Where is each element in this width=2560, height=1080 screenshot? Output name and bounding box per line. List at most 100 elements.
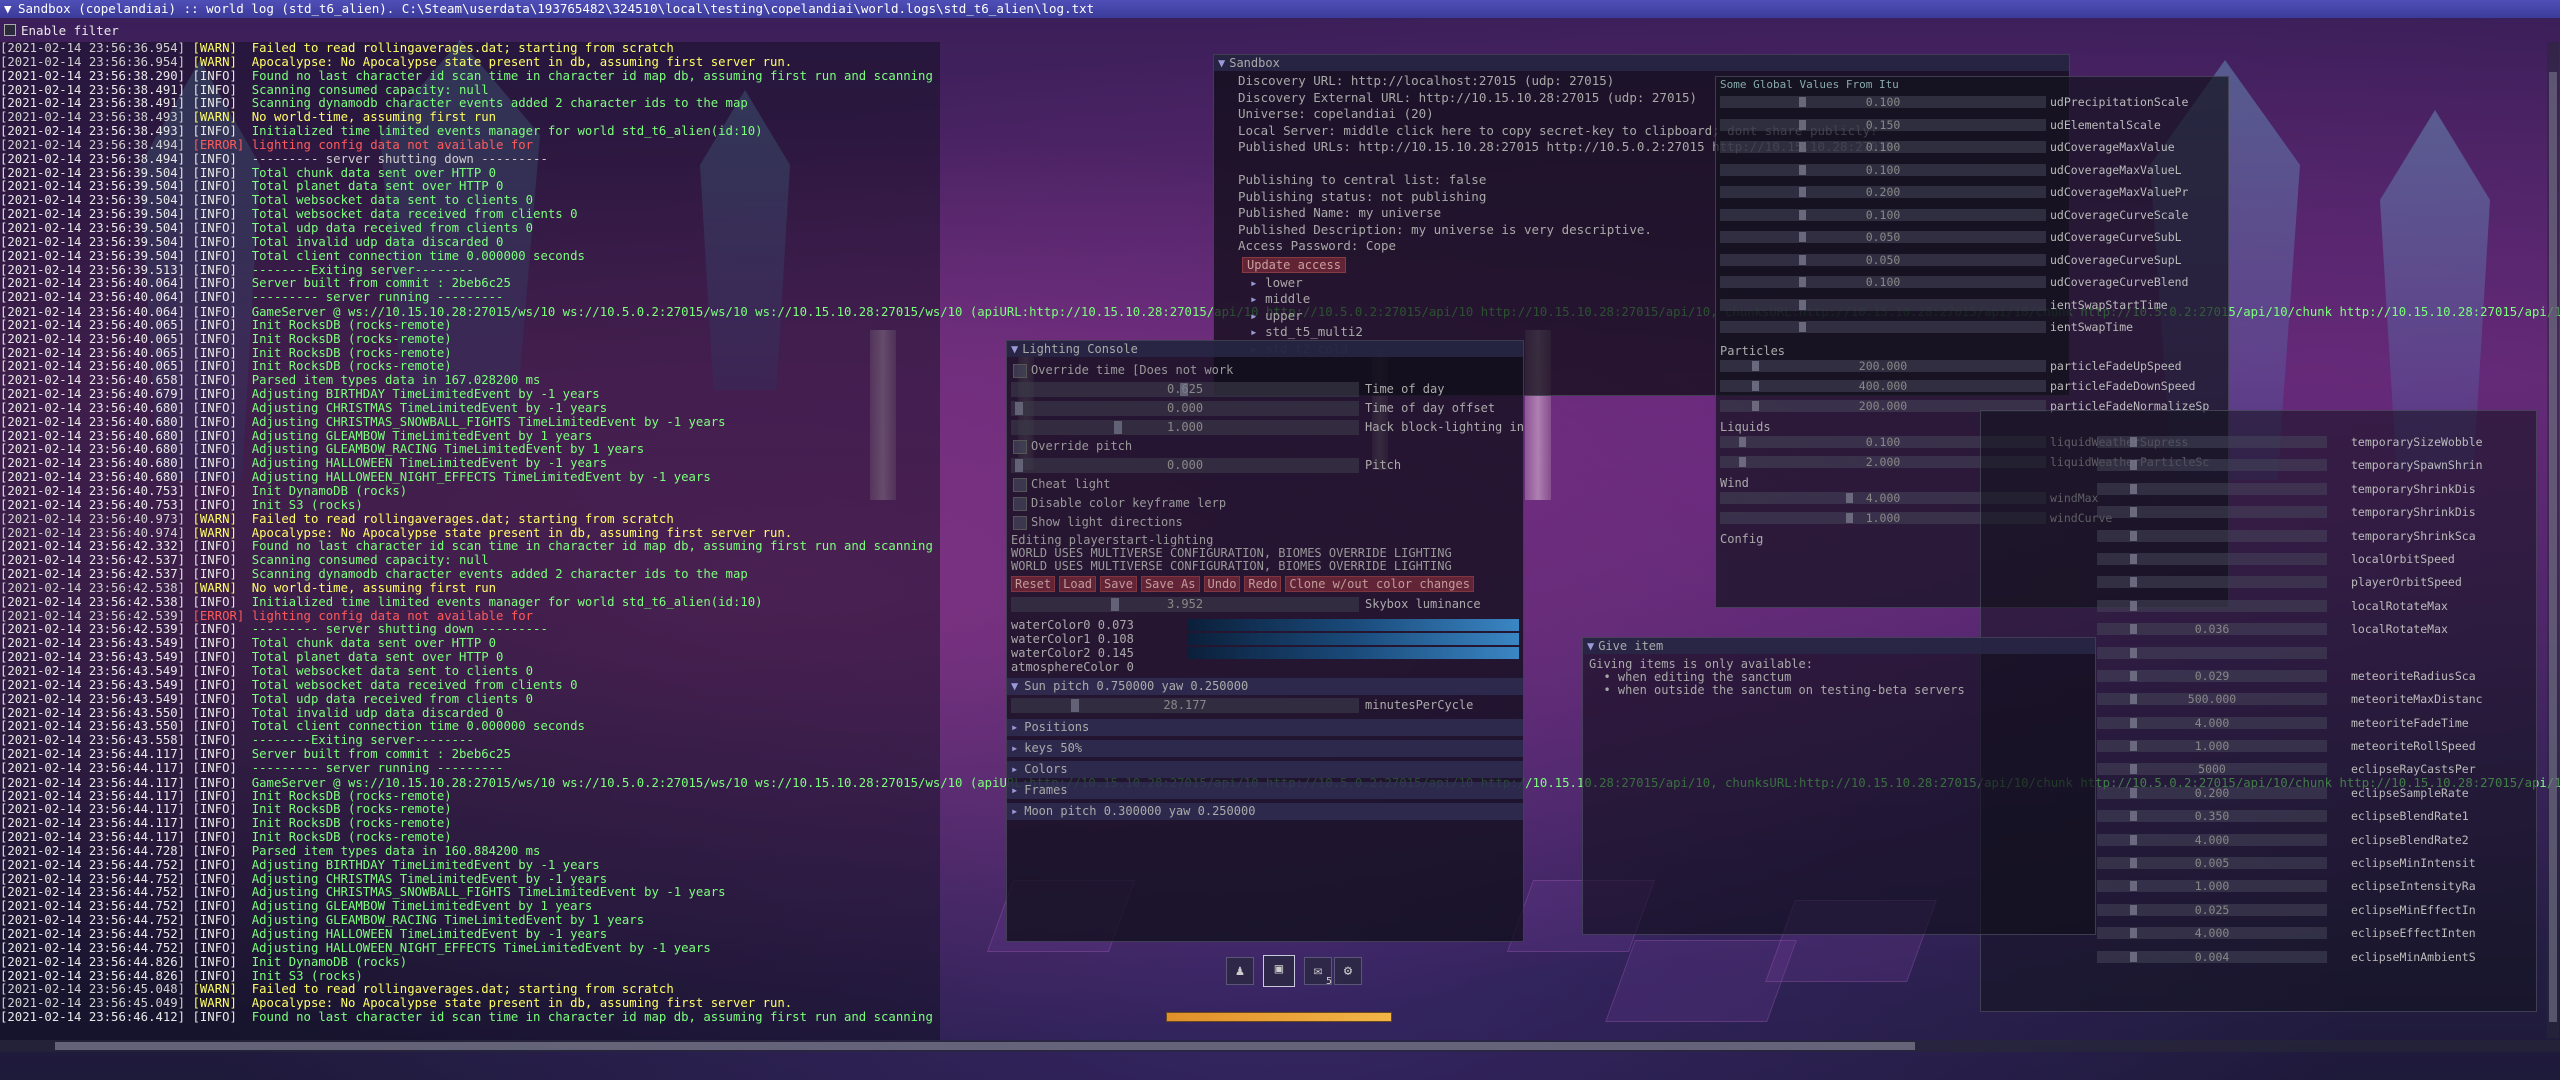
skybox-slider[interactable]: 3.952 bbox=[1011, 597, 1359, 612]
log-panel[interactable]: [2021-02-14 23:56:36.954] [WARN] Failed … bbox=[0, 42, 940, 1040]
log-row: [2021-02-14 23:56:43.549] [INFO] Total p… bbox=[0, 650, 940, 665]
color-gradient-bar[interactable] bbox=[1187, 619, 1519, 631]
color-gradient-bar[interactable] bbox=[1187, 647, 1519, 659]
setting-slider[interactable]: 0.025 bbox=[2097, 903, 2327, 916]
lighting-section-header[interactable]: ▸ Colors bbox=[1007, 761, 1523, 778]
log-timestamp: [2021-02-14 23:56:40.065] bbox=[0, 345, 186, 360]
setting-slider[interactable] bbox=[2097, 459, 2327, 472]
sandbox-title-bar[interactable]: ▼ Sandbox bbox=[1214, 55, 2069, 71]
collapse-arrow-icon[interactable]: ▼ bbox=[1587, 639, 1594, 653]
color-editor-row[interactable]: atmosphereColor 0 bbox=[1007, 660, 1523, 674]
log-level: [INFO] bbox=[192, 857, 237, 872]
horizontal-scrollbar[interactable] bbox=[0, 1040, 2560, 1052]
show-light-dirs-checkbox[interactable] bbox=[1013, 516, 1027, 530]
setting-slider[interactable]: 4.000 bbox=[2097, 833, 2327, 846]
lighting-undo-button[interactable]: Undo bbox=[1203, 576, 1241, 592]
color-gradient-bar[interactable] bbox=[1187, 633, 1519, 645]
lighting-console-title-bar[interactable]: ▼ Lighting Console bbox=[1007, 341, 1523, 357]
collapse-arrow-icon[interactable]: ▼ bbox=[1011, 342, 1018, 356]
hotbar-slot-1[interactable]: ♟ bbox=[1226, 957, 1254, 985]
setting-slider[interactable]: 4.000 bbox=[2097, 927, 2327, 940]
log-timestamp: [2021-02-14 23:56:44.752] bbox=[0, 871, 186, 886]
setting-slider[interactable] bbox=[2097, 646, 2327, 659]
lighting-clone-w-out-color-changes-button[interactable]: Clone w/out color changes bbox=[1285, 576, 1474, 592]
lighting-slider[interactable]: 0.000 bbox=[1011, 401, 1359, 416]
lighting-save-button[interactable]: Save bbox=[1100, 576, 1137, 592]
lighting-slider[interactable]: 0.625 bbox=[1011, 382, 1359, 397]
setting-slider[interactable]: 0.200 bbox=[1720, 186, 2046, 198]
setting-slider[interactable] bbox=[1720, 298, 2046, 311]
cheat-light-checkbox[interactable] bbox=[1013, 478, 1027, 492]
setting-slider[interactable]: 400.000 bbox=[1720, 379, 2046, 392]
log-message: Init RocksDB (rocks-remote) bbox=[251, 331, 452, 346]
lighting-reset-button[interactable]: Reset bbox=[1011, 576, 1056, 592]
setting-slider[interactable]: 0.200 bbox=[2097, 786, 2327, 799]
setting-slider[interactable]: 0.005 bbox=[2097, 857, 2327, 870]
setting-slider[interactable]: 5000 bbox=[2097, 763, 2327, 776]
log-level: [INFO] bbox=[192, 885, 237, 900]
vertical-scrollbar[interactable] bbox=[2547, 42, 2559, 1038]
override-pitch-checkbox[interactable] bbox=[1013, 440, 1027, 454]
log-message: Adjusting CHRISTMAS_SNOWBALL_FIGHTS Time… bbox=[251, 885, 726, 900]
lighting-section-header[interactable]: ▸ Positions bbox=[1007, 719, 1523, 736]
override-time-checkbox[interactable] bbox=[1013, 364, 1027, 378]
setting-slider[interactable]: 0.100 bbox=[1720, 96, 2046, 108]
lighting-section-header[interactable]: ▸ keys 50% bbox=[1007, 740, 1523, 757]
window-title-bar[interactable]: ▼ Sandbox (copelandiai) :: world log (std… bbox=[0, 0, 2560, 18]
lighting-redo-button[interactable]: Redo bbox=[1244, 576, 1282, 592]
setting-slider[interactable] bbox=[2097, 482, 2327, 495]
collapse-arrow-icon[interactable]: ▼ bbox=[0, 0, 18, 18]
enable-filter-checkbox[interactable] bbox=[4, 24, 16, 36]
lighting-load-button[interactable]: Load bbox=[1059, 576, 1097, 592]
setting-slider[interactable]: 0.050 bbox=[1720, 253, 2046, 266]
setting-slider[interactable]: 500.000 bbox=[2097, 693, 2327, 706]
setting-slider[interactable]: 0.350 bbox=[2097, 810, 2327, 823]
setting-slider[interactable]: 1.000 bbox=[2097, 880, 2327, 893]
setting-slider[interactable]: 200.000 bbox=[1720, 359, 2046, 372]
setting-value: 0.004 bbox=[2194, 949, 2230, 964]
lighting-section-header[interactable]: ▸ Frames bbox=[1007, 782, 1523, 799]
color-editor-row[interactable]: waterColor1 0.108 bbox=[1007, 632, 1523, 646]
setting-slider[interactable]: 0.004 bbox=[2097, 949, 2327, 964]
setting-slider[interactable]: 0.100 bbox=[1720, 141, 2046, 153]
log-timestamp: [2021-02-14 23:56:44.826] bbox=[0, 968, 186, 983]
lighting-section-header[interactable]: ▸ Moon pitch 0.300000 yaw 0.250000 bbox=[1007, 803, 1523, 820]
setting-slider[interactable]: 0.036 bbox=[2097, 623, 2327, 636]
log-level: [INFO] bbox=[192, 373, 237, 388]
horizontal-scroll-thumb[interactable] bbox=[55, 1042, 1915, 1050]
setting-slider[interactable] bbox=[2097, 436, 2327, 448]
vertical-scroll-thumb[interactable] bbox=[2549, 72, 2557, 1022]
color-editor-row[interactable]: waterColor2 0.145 bbox=[1007, 646, 1523, 660]
setting-slider[interactable] bbox=[2097, 599, 2327, 612]
update-access-button[interactable]: Update access bbox=[1242, 256, 1346, 273]
setting-slider[interactable] bbox=[2097, 506, 2327, 519]
setting-slider[interactable] bbox=[2097, 552, 2327, 565]
disable-lerp-checkbox[interactable] bbox=[1013, 497, 1027, 511]
sun-pitch-header[interactable]: ▼ Sun pitch 0.750000 yaw 0.250000 bbox=[1007, 678, 1523, 695]
hotbar-slot-4[interactable]: ⚙ bbox=[1334, 957, 1362, 985]
lighting-save-as-button[interactable]: Save As bbox=[1140, 576, 1200, 592]
pitch-slider[interactable]: 0.000 bbox=[1011, 458, 1359, 473]
log-row: [2021-02-14 23:56:44.117] [INFO] Init Ro… bbox=[0, 789, 940, 804]
show-light-dirs-row: Show light directions bbox=[1007, 515, 1523, 532]
setting-slider[interactable] bbox=[1720, 321, 2046, 333]
log-level: [INFO] bbox=[192, 207, 237, 222]
collapse-arrow-icon[interactable]: ▼ bbox=[1218, 56, 1225, 70]
setting-slider[interactable]: 0.100 bbox=[1720, 208, 2046, 221]
setting-slider[interactable] bbox=[2097, 576, 2327, 589]
setting-slider[interactable]: 0.150 bbox=[1720, 118, 2046, 131]
setting-slider[interactable]: 4.000 bbox=[2097, 716, 2327, 729]
setting-slider[interactable]: 0.050 bbox=[1720, 231, 2046, 243]
color-editor-row[interactable]: waterColor0 0.073 bbox=[1007, 618, 1523, 632]
lighting-slider[interactable]: 1.000 bbox=[1011, 420, 1359, 435]
character-icon: ♟ bbox=[1235, 963, 1245, 979]
give-item-title-bar[interactable]: ▼ Give item bbox=[1583, 638, 2095, 654]
setting-slider[interactable]: 0.100 bbox=[1720, 276, 2046, 288]
settings-icon: ⚙ bbox=[1343, 963, 1353, 979]
setting-slider[interactable]: 0.100 bbox=[1720, 163, 2046, 176]
minutes-slider[interactable]: 28.177 bbox=[1011, 698, 1359, 713]
hotbar-slot-2[interactable]: ▣ bbox=[1263, 955, 1295, 987]
setting-slider[interactable]: 0.029 bbox=[2097, 669, 2327, 682]
setting-slider[interactable]: 1.000 bbox=[2097, 740, 2327, 753]
setting-slider[interactable] bbox=[2097, 529, 2327, 542]
